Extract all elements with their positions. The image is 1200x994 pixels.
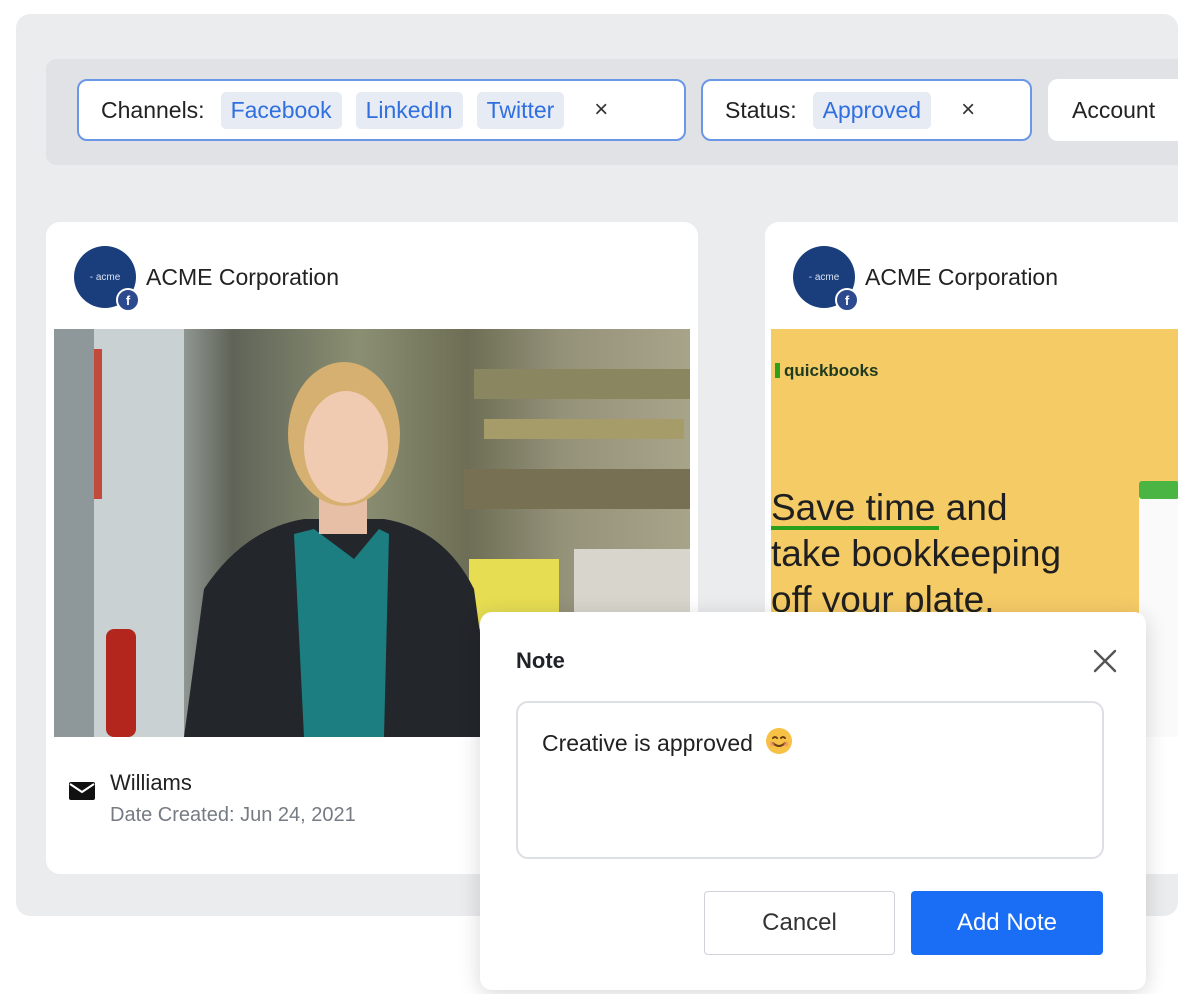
ad-headline-line1-rest: and <box>935 487 1008 528</box>
note-text: Creative is approved <box>542 730 753 756</box>
post-header: - acme f ACME Corporation <box>793 246 1059 312</box>
ad-product-tab <box>1139 481 1178 499</box>
smiley-emoji-icon <box>766 728 793 754</box>
account-filter-chip[interactable]: Account <box>1048 79 1178 141</box>
note-dialog: Note Creative is approved Cancel Add Not… <box>480 612 1146 990</box>
avatar-logo-text: - acme <box>89 271 121 283</box>
status-filter-label: Status: <box>725 96 797 123</box>
status-tag-approved[interactable]: Approved <box>812 91 932 129</box>
channel-tag-twitter[interactable]: Twitter <box>476 91 565 129</box>
channels-filter-clear-icon[interactable]: × <box>594 96 608 124</box>
channels-filter-chip[interactable]: Channels: Facebook LinkedIn Twitter × <box>77 79 686 141</box>
note-textarea[interactable]: Creative is approved <box>516 701 1104 859</box>
status-filter-chip[interactable]: Status: Approved × <box>701 79 1032 141</box>
ad-headline-underline <box>771 526 939 530</box>
post-author: Williams Date Created: Jun 24, 2021 <box>68 770 356 827</box>
facebook-icon: f <box>116 288 140 312</box>
account-name: ACME Corporation <box>865 263 1059 290</box>
account-avatar: - acme f <box>74 246 140 312</box>
avatar-logo-text: - acme <box>808 271 840 283</box>
ad-headline-highlight: Save time <box>771 487 936 528</box>
channel-tag-facebook[interactable]: Facebook <box>220 91 342 129</box>
close-icon[interactable] <box>1090 646 1120 676</box>
account-name: ACME Corporation <box>146 263 340 290</box>
post-header: - acme f ACME Corporation <box>74 246 340 312</box>
quickbooks-logo: quickbooks <box>775 361 878 381</box>
facebook-icon: f <box>835 288 859 312</box>
date-created: Date Created: Jun 24, 2021 <box>110 804 356 826</box>
ad-headline: Save time and take bookkeeping off your … <box>771 485 1178 623</box>
channels-filter-label: Channels: <box>101 96 205 123</box>
cancel-button[interactable]: Cancel <box>704 891 895 955</box>
add-note-button[interactable]: Add Note <box>911 891 1103 955</box>
dialog-title: Note <box>516 648 565 673</box>
channel-tag-linkedin[interactable]: LinkedIn <box>355 91 463 129</box>
mail-icon <box>69 782 95 800</box>
filter-bar: Channels: Facebook LinkedIn Twitter × St… <box>46 59 1178 165</box>
ad-headline-line2: take bookkeeping <box>771 533 1062 574</box>
account-filter-label: Account <box>1072 96 1156 123</box>
status-filter-clear-icon[interactable]: × <box>961 96 975 124</box>
account-avatar: - acme f <box>793 246 859 312</box>
author-name: Williams <box>110 770 192 795</box>
